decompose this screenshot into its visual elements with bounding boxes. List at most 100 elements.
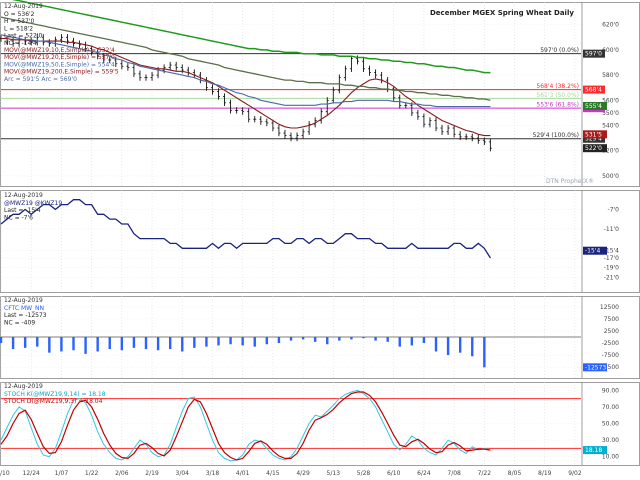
bar-mark	[84, 337, 87, 354]
x-tick-label: 3/04	[176, 470, 190, 477]
y-tick-label: -21'0	[604, 274, 619, 281]
panel-date-label: 12-Aug-2019	[4, 297, 43, 304]
panel-date-label: 12-Aug-2019	[4, 192, 43, 199]
legend-entry: L = 518'2	[4, 25, 33, 32]
bar-mark	[48, 337, 51, 353]
x-tick-label: 4/29	[296, 470, 310, 477]
bar-mark	[23, 337, 27, 348]
bar-mark	[446, 337, 450, 356]
legend-entry: Arc = 591'5 Arc = 569'0	[4, 76, 77, 83]
bar-mark	[277, 337, 281, 344]
bar-mark	[301, 337, 305, 340]
x-tick-label: 8/19	[538, 470, 552, 477]
panel-date-label: 12-Aug-2019	[4, 3, 43, 10]
bar-mark	[289, 337, 293, 341]
x-tick-label: 7/08	[447, 470, 461, 477]
y-tick-label: 10.00	[602, 454, 619, 461]
y-tick-label: -19'0	[604, 265, 619, 272]
chart-title: December MGEX Spring Wheat Daily	[430, 9, 574, 17]
bar-mark	[96, 337, 99, 352]
legend-entry: CFTC MW_NN	[4, 305, 44, 312]
legend-entry: MOV(@MWZ19,10,E,Simple) = 532'4	[4, 47, 115, 54]
bar-mark	[181, 337, 184, 352]
legend-entry: NC = -14'4	[4, 40, 37, 47]
bar-mark	[144, 337, 148, 350]
panel-frame-3	[0, 296, 640, 379]
bar-mark	[422, 337, 426, 344]
y-tick-label: -11'0	[604, 226, 619, 233]
bar-mark	[205, 337, 208, 347]
legend-entry: MOV(@MWZ19,20,E,Simple) = 537'0	[4, 54, 115, 61]
legend-entry: STOCH D(@MWZ19,9,3) = 18.04	[4, 398, 103, 405]
bar-mark	[108, 337, 111, 350]
x-tick-label: 3/18	[206, 470, 220, 477]
x-tick-label: 5/13	[327, 470, 341, 477]
x-tick-label: 12/10	[0, 470, 10, 477]
panel-date-label: 12-Aug-2019	[4, 383, 43, 390]
bar-mark	[132, 337, 136, 348]
last-value-tag-text: 522'0	[585, 145, 602, 152]
y-tick-label: -7'0	[608, 206, 620, 213]
y-tick-label: -7500	[602, 352, 620, 359]
x-tick-label: 9/02	[568, 470, 582, 477]
y-tick-label: 620'0	[602, 22, 619, 29]
y-tick-label: 50.00	[602, 421, 619, 428]
y-tick-label: 90.00	[602, 387, 619, 394]
last-value-tag-text: -12573	[585, 364, 606, 371]
bar-mark	[229, 337, 232, 345]
last-value-tag-text: 555'4	[585, 103, 602, 110]
x-tick-label: 12/24	[23, 470, 40, 477]
x-tick-label: 1/07	[55, 470, 69, 477]
x-tick-label: 4/15	[266, 470, 280, 477]
x-tick-label: 8/05	[508, 470, 522, 477]
bar-mark	[168, 337, 172, 350]
y-tick-label: 30.00	[602, 437, 619, 444]
legend-entry: @MWZ19 @KWZ19	[4, 200, 62, 207]
legend-entry: MOV(@MWZ19,200,E,Simple) = 559'5	[4, 69, 119, 76]
bar-mark	[156, 337, 160, 351]
legend-entry: STOCH K(@MWZ19,9,14) = 18.18	[4, 391, 106, 398]
series-line-spread	[0, 199, 491, 259]
x-tick-label: 1/22	[85, 470, 99, 477]
bar-mark	[362, 337, 365, 339]
bar-mark	[313, 337, 317, 342]
y-tick-label: -17'0	[604, 255, 619, 262]
x-tick-label: 5/28	[357, 470, 371, 477]
y-tick-label: 540'0	[602, 123, 619, 130]
last-value-tag-text: 531'5	[585, 131, 602, 138]
bar-mark	[326, 337, 329, 345]
x-tick-label: 2/19	[145, 470, 159, 477]
y-tick-label: 70.00	[602, 404, 619, 411]
bar-mark	[265, 337, 269, 345]
bar-mark	[36, 337, 39, 347]
bar-mark	[410, 337, 414, 346]
fib-level-label: 597'0 (0.0%)	[540, 47, 579, 54]
bar-mark	[398, 337, 401, 347]
fib-level-label: 561'3 (50.0%)	[536, 92, 579, 99]
legend-entry: O = 536'2	[4, 11, 35, 18]
legend-entry: NC = -409	[4, 319, 35, 326]
panel-3: 1250075002500-2500-7500-12500-1257312-Au…	[0, 296, 619, 378]
x-tick-label: 7/22	[478, 470, 492, 477]
bar-mark	[434, 337, 438, 352]
fib-price-tag-text: 568'4	[585, 87, 602, 94]
panel-1: 620'0600'0580'0560'0550'0540'0520'0500'0…	[0, 0, 619, 186]
bar-mark	[120, 337, 124, 351]
chart-canvas: 620'0600'0580'0560'0550'0540'0520'0500'0…	[0, 0, 640, 477]
y-tick-label: 12500	[600, 304, 619, 311]
bar-mark	[60, 337, 63, 352]
x-tick-label: 4/01	[236, 470, 250, 477]
legend-entry: Last = -15'4	[4, 207, 41, 214]
bar-mark	[193, 337, 196, 348]
fib-level-label: 568'4 (38.2%)	[536, 83, 579, 90]
y-tick-label: 580'0	[602, 72, 619, 79]
legend-entry: Last = -12573	[4, 312, 47, 319]
bar-mark	[338, 337, 341, 341]
bar-mark	[471, 337, 474, 357]
watermark: DTN ProphetX®	[546, 178, 594, 185]
last-value-tag-text: -15'4	[585, 248, 600, 255]
legend-entry: NC = -7'6	[4, 214, 33, 221]
panel-2: -7'0-11'0-15'4-17'0-19'0-21'0-15'412-Aug…	[0, 190, 620, 292]
y-tick-label: 7500	[604, 316, 619, 323]
fib-price-tag-text: 597'0	[585, 51, 602, 58]
